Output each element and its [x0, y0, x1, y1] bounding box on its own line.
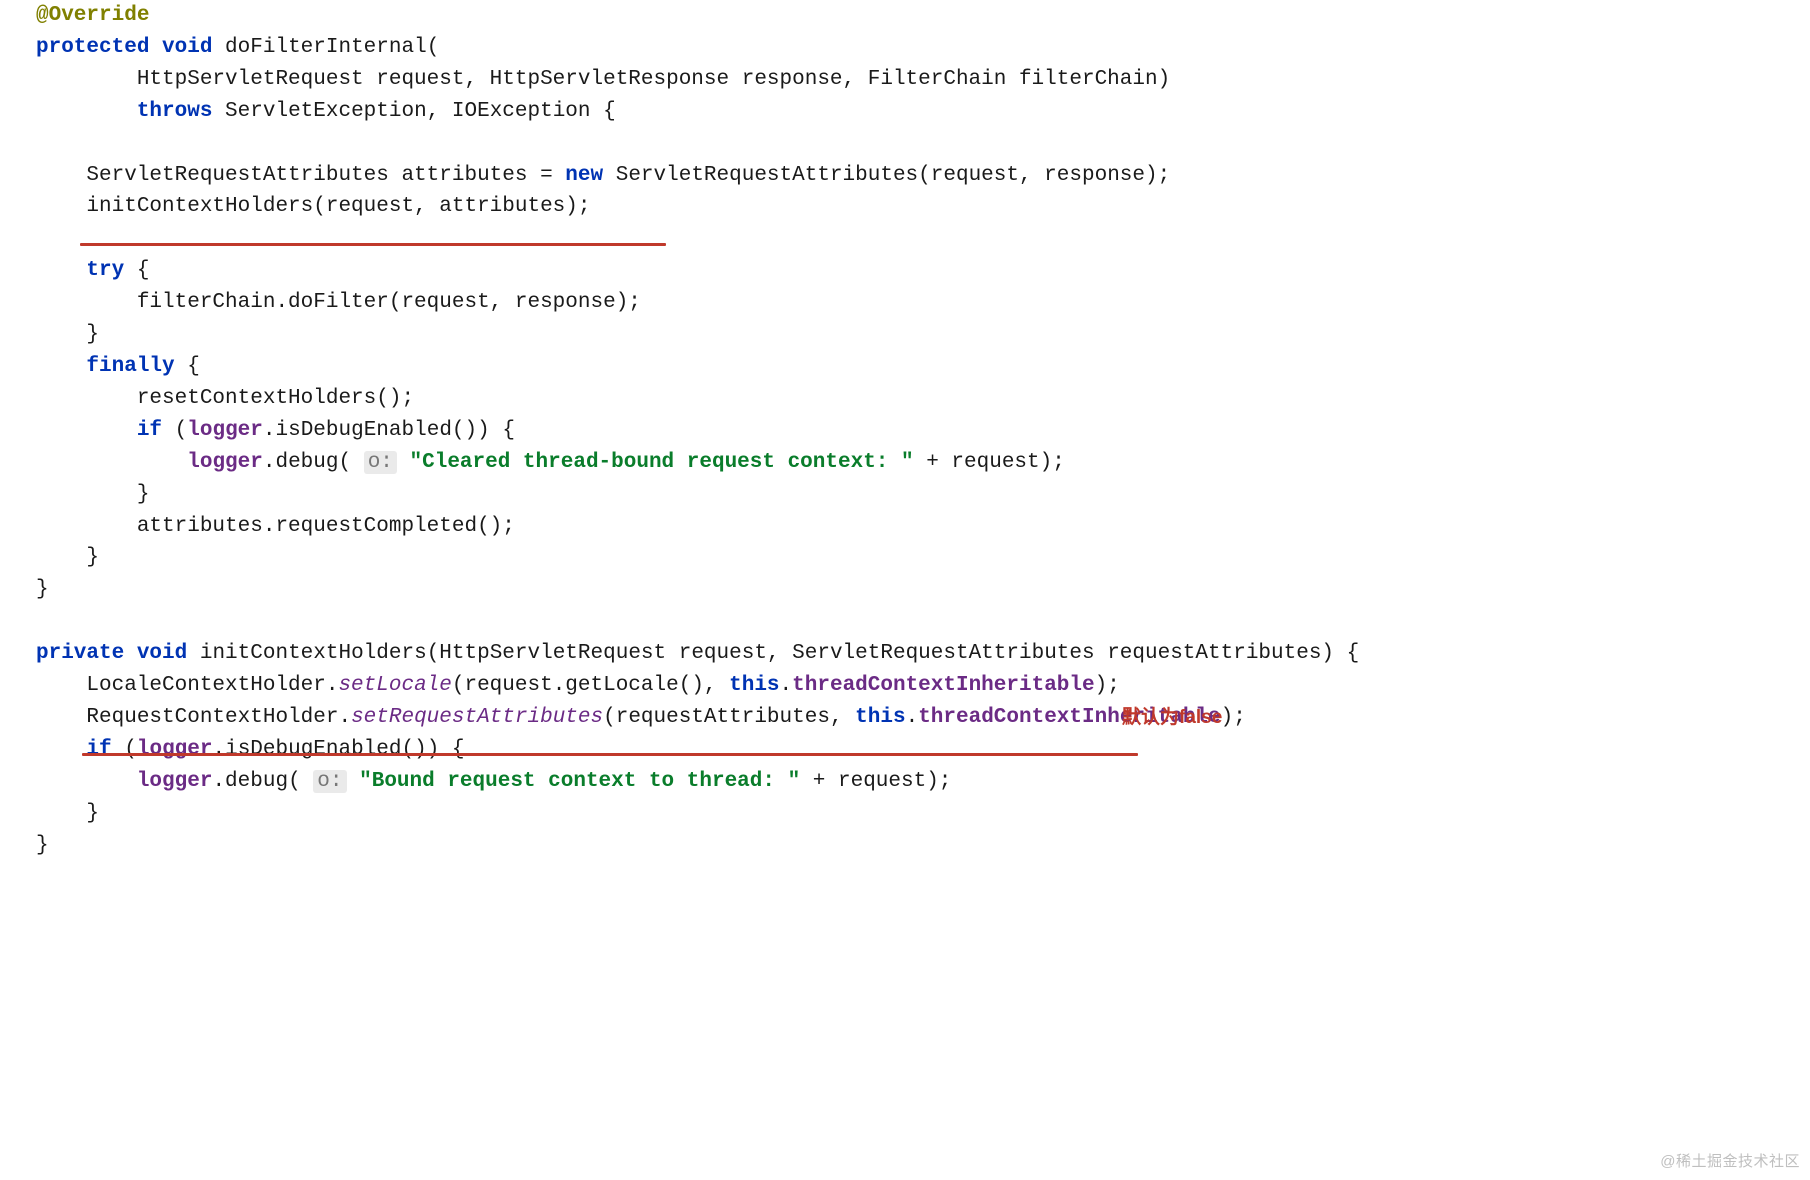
- code-text: .debug(: [263, 451, 364, 474]
- code-indent: [36, 355, 86, 378]
- kw-if: if: [137, 419, 162, 442]
- kw-private: private: [36, 642, 124, 665]
- code-text: + request);: [914, 451, 1065, 474]
- highlight-underline-2: [82, 753, 1138, 756]
- code-line: }: [36, 578, 49, 601]
- code-indent: [36, 259, 86, 282]
- code-text: .isDebugEnabled()) {: [263, 419, 515, 442]
- code-text: (: [112, 738, 137, 761]
- code-line: filterChain.doFilter(request, response);: [36, 291, 641, 314]
- string-literal: "Cleared thread-bound request context: ": [410, 451, 914, 474]
- code-indent: [36, 419, 137, 442]
- code-text: ServletRequestAttributes attributes =: [36, 164, 565, 187]
- code-text: (: [162, 419, 187, 442]
- code-text: .: [780, 674, 793, 697]
- kw-try: try: [86, 259, 124, 282]
- code-text: LocaleContextHolder.: [36, 674, 338, 697]
- code-line: }: [36, 802, 99, 825]
- kw-new: new: [565, 164, 603, 187]
- code-text: .: [906, 706, 919, 729]
- code-block: @Override protected void doFilterInterna…: [0, 0, 1810, 861]
- code-line: }: [36, 483, 149, 506]
- watermark: @稀土掘金技术社区: [1660, 1151, 1800, 1174]
- kw-protected: protected: [36, 36, 149, 59]
- code-line: attributes.requestCompleted();: [36, 515, 515, 538]
- field-logger: logger: [137, 770, 213, 793]
- code-text: [347, 770, 360, 793]
- code-text: (requestAttributes,: [603, 706, 855, 729]
- code-line: }: [36, 546, 99, 569]
- code-text: );: [1221, 706, 1246, 729]
- code-text: {: [124, 259, 149, 282]
- code-indent: [36, 738, 86, 761]
- code-text: );: [1095, 674, 1120, 697]
- field-logger: logger: [137, 738, 213, 761]
- method-setrequestattributes: setRequestAttributes: [351, 706, 603, 729]
- method-name: doFilterInternal(: [212, 36, 439, 59]
- code-indent: [36, 451, 187, 474]
- code-text: .debug(: [212, 770, 313, 793]
- param-hint: o:: [364, 451, 397, 474]
- code-indent: [36, 770, 137, 793]
- string-literal: "Bound request context to thread: ": [359, 770, 800, 793]
- code-line: }: [36, 323, 99, 346]
- param-hint: o:: [313, 770, 346, 793]
- field-logger: logger: [187, 419, 263, 442]
- code-text: RequestContextHolder.: [36, 706, 351, 729]
- code-line: initContextHolders(request, attributes);: [36, 195, 591, 218]
- code-text: (request.getLocale(),: [452, 674, 729, 697]
- kw-void: void: [137, 642, 187, 665]
- field-threadcontextinheritable: threadContextInheritable: [792, 674, 1094, 697]
- code-text: ServletException, IOException {: [212, 100, 615, 123]
- code-text: + request);: [800, 770, 951, 793]
- kw-throws: throws: [137, 100, 213, 123]
- field-logger: logger: [187, 451, 263, 474]
- code-text: {: [175, 355, 200, 378]
- code-text: initContextHolders(HttpServletRequest re…: [187, 642, 1359, 665]
- code-text: ServletRequestAttributes(request, respon…: [603, 164, 1170, 187]
- kw-this: this: [855, 706, 905, 729]
- kw-if: if: [86, 738, 111, 761]
- highlight-underline-1: [80, 243, 666, 246]
- kw-void: void: [162, 36, 212, 59]
- method-setlocale: setLocale: [338, 674, 451, 697]
- kw-this: this: [729, 674, 779, 697]
- code-text: .isDebugEnabled()) {: [212, 738, 464, 761]
- code-line: resetContextHolders();: [36, 387, 414, 410]
- kw-finally: finally: [86, 355, 174, 378]
- code-text: [397, 451, 410, 474]
- annotation-note: 默认为false: [1122, 704, 1222, 733]
- code-indent: [36, 100, 137, 123]
- code-line: HttpServletRequest request, HttpServletR…: [36, 68, 1170, 91]
- annotation-override: @Override: [36, 4, 149, 27]
- code-line: }: [36, 834, 49, 857]
